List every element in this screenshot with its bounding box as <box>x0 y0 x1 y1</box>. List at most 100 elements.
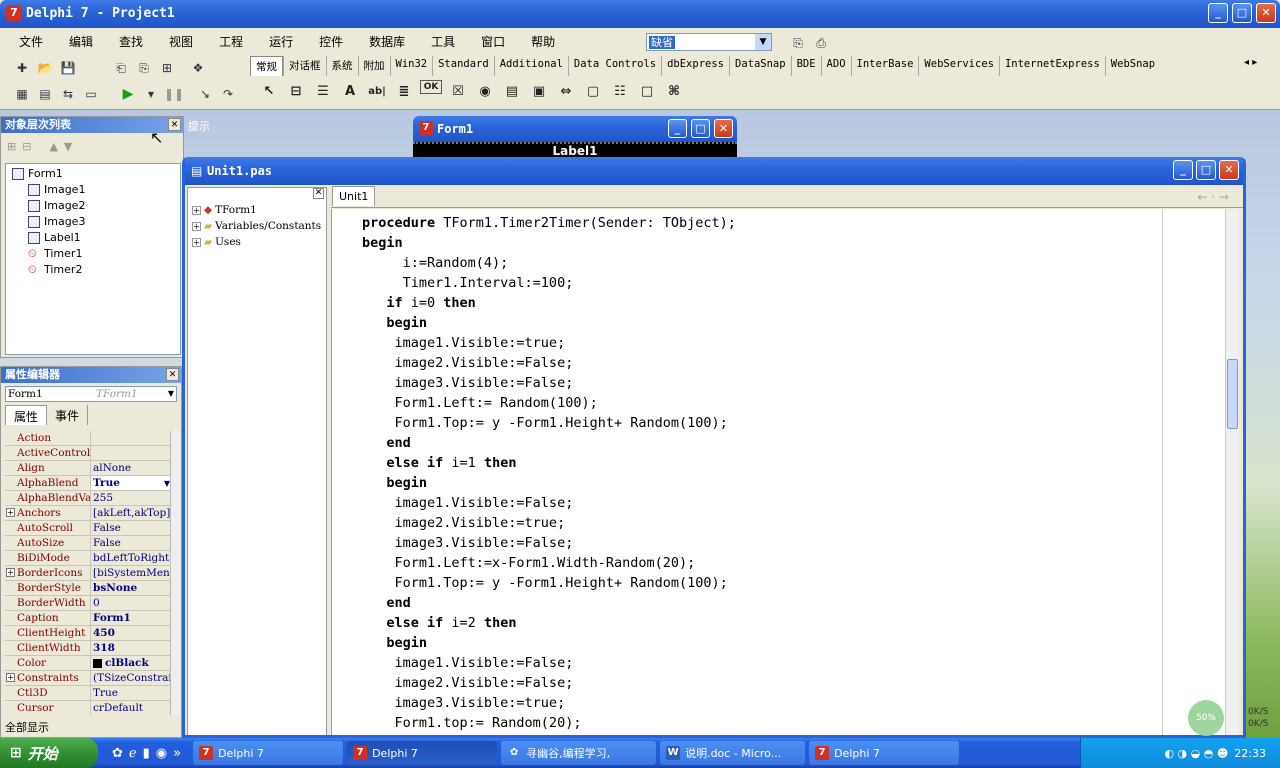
new-item-icon[interactable]: ⊞ <box>7 140 16 153</box>
tab-properties[interactable]: 属性 <box>5 405 48 425</box>
menu-item-10[interactable]: 帮助 <box>518 33 568 50</box>
palette-tab-15[interactable]: WebSnap <box>1104 56 1160 76</box>
tree-node[interactable]: Label1 <box>10 230 176 246</box>
property-row[interactable]: + Anchors [akLeft,akTop] <box>5 506 171 521</box>
palette-tab-9[interactable]: DataSnap <box>729 56 791 76</box>
menu-item-7[interactable]: 数据库 <box>356 33 418 50</box>
media-icon[interactable]: ▮ <box>143 746 150 761</box>
menu-item-2[interactable]: 查找 <box>106 33 156 50</box>
minimize-button[interactable]: _ <box>1208 3 1228 23</box>
property-row[interactable]: Caption Form1 <box>5 611 171 626</box>
radio-icon[interactable]: ◉ <box>474 80 496 102</box>
property-row[interactable]: ClientHeight 450 <box>5 626 171 641</box>
expand-icon[interactable]: + <box>192 205 201 215</box>
palette-tab-6[interactable]: Additional <box>493 56 568 76</box>
menu-item-5[interactable]: 运行 <box>256 33 306 50</box>
property-value[interactable]: bdLeftToRight <box>91 551 171 565</box>
ie-icon[interactable]: ℯ <box>129 746 137 761</box>
menu-item-4[interactable]: 工程 <box>206 33 256 50</box>
explorer-node[interactable]: + ▰ Variables/Constants <box>188 218 326 234</box>
menu-item-8[interactable]: 工具 <box>418 33 468 50</box>
close-icon[interactable]: ✕ <box>166 368 179 381</box>
explorer-node[interactable]: + ▰ Uses <box>188 234 326 250</box>
close-button[interactable]: ✕ <box>714 119 733 138</box>
new-form-icon[interactable]: ▭ <box>81 84 101 104</box>
property-value[interactable]: 318 <box>91 641 171 655</box>
run-icon[interactable]: ▶ <box>118 84 138 104</box>
save-icon[interactable]: 💾 <box>58 58 78 78</box>
move-down-icon[interactable]: ▼ <box>64 140 72 153</box>
task-button[interactable]: 7 Delphi 7 <box>809 741 960 765</box>
property-row[interactable]: BorderWidth 0 <box>5 596 171 611</box>
menu-item-6[interactable]: 控件 <box>306 33 356 50</box>
menu-item-9[interactable]: 窗口 <box>468 33 518 50</box>
task-button[interactable]: 7 Delphi 7 <box>347 741 498 765</box>
step-over-icon[interactable]: ↷ <box>218 84 238 104</box>
close-button[interactable]: ✕ <box>1256 3 1276 23</box>
tree-node[interactable]: ⏲ Timer1 <box>10 246 176 262</box>
maximize-button[interactable]: □ <box>691 119 710 138</box>
form1-window[interactable]: 7 Form1 _ □ ✕ Label1 <box>413 116 737 160</box>
close-button[interactable]: ✕ <box>1219 160 1239 180</box>
property-value[interactable]: alNone <box>91 461 171 475</box>
tree-node[interactable]: Image3 <box>10 214 176 230</box>
palette-tab-2[interactable]: 系统 <box>325 56 358 76</box>
tab-unit1[interactable]: Unit1 <box>332 186 376 206</box>
object-selector[interactable]: Form1 TForm1 ▼ <box>5 386 177 402</box>
property-row[interactable]: AutoSize False <box>5 536 171 551</box>
expand-icon[interactable]: + <box>6 568 15 577</box>
checkbox-icon[interactable]: ☒ <box>447 80 469 102</box>
chevron-down-icon[interactable]: ▼ <box>755 34 771 50</box>
property-value[interactable]: 450 <box>91 626 171 640</box>
layout-combo[interactable]: 缺省 ▼ <box>646 33 772 51</box>
property-value[interactable]: False <box>91 521 171 535</box>
palette-tab-12[interactable]: InterBase <box>850 56 919 76</box>
palette-tab-8[interactable]: dbExpress <box>661 56 729 76</box>
property-value[interactable]: Form1 <box>91 611 171 625</box>
property-row[interactable]: Color clBlack <box>5 656 171 671</box>
property-row[interactable]: ActiveControl <box>5 446 171 461</box>
expand-icon[interactable]: + <box>6 673 15 682</box>
new-icon[interactable]: ✚ <box>12 58 32 78</box>
groupbox-icon[interactable]: ▢ <box>582 80 604 102</box>
set-debug-desktop-icon[interactable]: ⎙ <box>811 33 831 53</box>
palette-tab-3[interactable]: 附加 <box>357 56 390 76</box>
help-icon[interactable]: ❖ <box>188 58 208 78</box>
delete-item-icon[interactable]: ⊟ <box>22 140 31 153</box>
inspector-scrollbar[interactable] <box>170 431 180 715</box>
property-row[interactable]: BorderStyle bsNone <box>5 581 171 596</box>
toggle-form-unit-icon[interactable]: ⇆ <box>58 84 78 104</box>
palette-tab-1[interactable]: 对话框 <box>283 56 326 76</box>
task-button[interactable]: ✿ 寻幽谷,编程学习, <box>501 741 657 765</box>
code-text[interactable]: procedure TForm1.Timer2Timer(Sender: TOb… <box>362 213 736 733</box>
edit-icon[interactable]: ab| <box>366 80 388 102</box>
explorer-icon[interactable]: ◉ <box>156 746 167 761</box>
property-row[interactable]: Align alNone <box>5 461 171 476</box>
property-row[interactable]: AlphaBlend True ▼ <box>5 476 171 491</box>
maximize-button[interactable]: □ <box>1232 3 1252 23</box>
expand-icon[interactable]: + <box>6 508 15 517</box>
actionlist-icon[interactable]: ⌘ <box>663 80 685 102</box>
close-icon[interactable]: ✕ <box>313 188 324 199</box>
main-menu-icon[interactable]: ☰ <box>312 80 334 102</box>
editor-scrollbar[interactable] <box>1225 209 1239 735</box>
memo-icon[interactable]: ≣ <box>393 80 415 102</box>
open-project-icon[interactable]: ⎘ <box>134 58 154 78</box>
maximize-button[interactable]: □ <box>1196 160 1216 180</box>
move-up-icon[interactable]: ▲ <box>49 140 57 153</box>
label-icon[interactable]: A <box>339 80 361 102</box>
property-value[interactable]: True <box>91 686 171 700</box>
palette-tab-13[interactable]: WebServices <box>918 56 999 76</box>
net-meter[interactable]: 50% <box>1188 700 1224 736</box>
chevron-down-icon[interactable]: ▼ <box>168 387 174 401</box>
tab-events[interactable]: 事件 <box>47 405 89 425</box>
save-all-icon[interactable]: ⎗ <box>111 58 131 78</box>
run-dropdown-icon[interactable]: ▾ <box>141 84 161 104</box>
task-button[interactable]: 7 Delphi 7 <box>193 741 344 765</box>
listbox-icon[interactable]: ▤ <box>501 80 523 102</box>
radiogroup-icon[interactable]: ☷ <box>609 80 631 102</box>
trace-into-icon[interactable]: ↘ <box>195 84 215 104</box>
tree-node[interactable]: ⏲ Timer2 <box>10 262 176 278</box>
property-row[interactable]: BiDiMode bdLeftToRight <box>5 551 171 566</box>
pointer-icon[interactable]: ↖ <box>258 80 280 102</box>
